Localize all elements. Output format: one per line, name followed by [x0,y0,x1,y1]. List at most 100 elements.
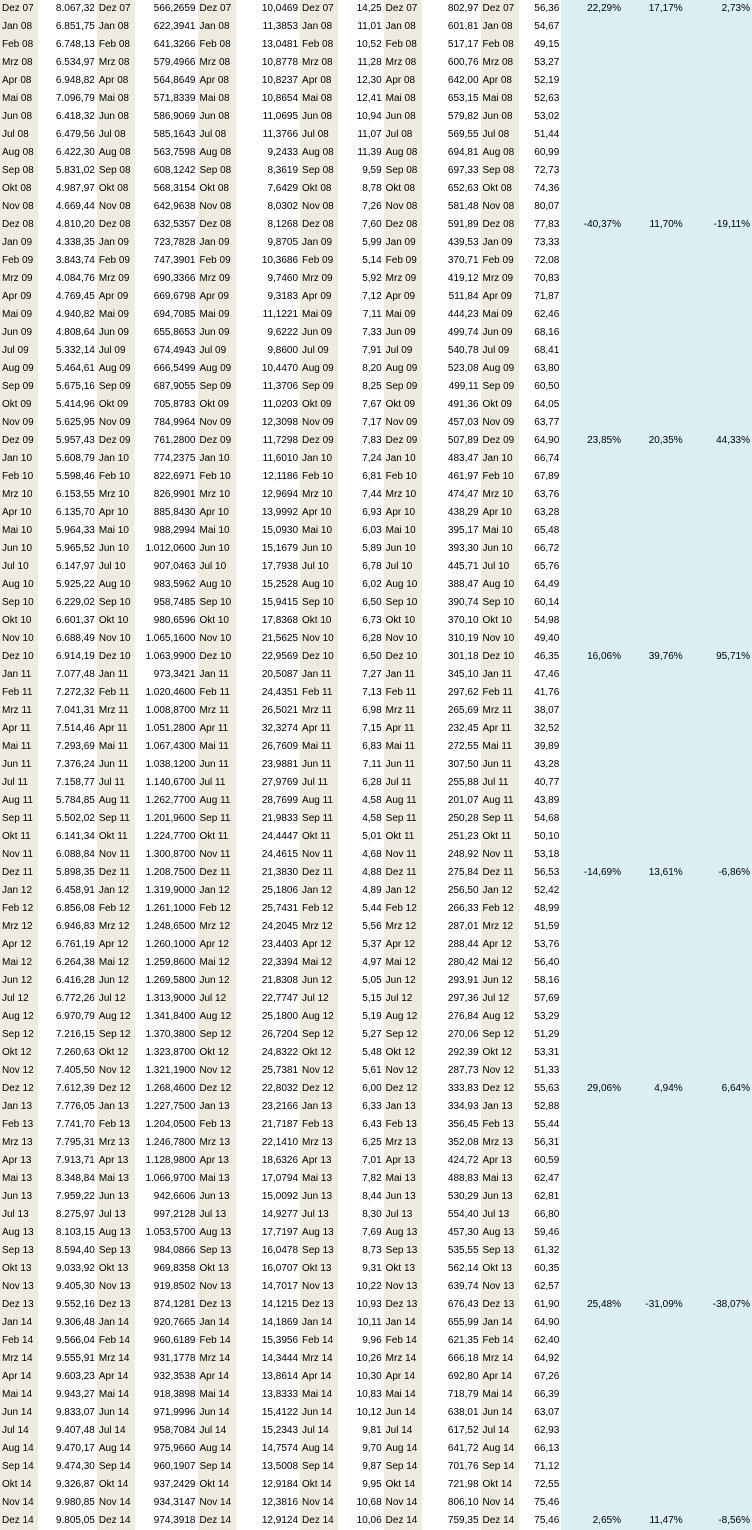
gold-change[interactable] [622,1152,685,1170]
date-cell[interactable]: Okt 10 [480,612,519,630]
gold-change[interactable] [622,540,685,558]
date-cell[interactable]: Dez 07 [197,0,236,18]
gold-value[interactable]: 822,6971 [134,468,198,486]
gold-value[interactable]: 608,1242 [134,162,198,180]
dax-change[interactable] [561,1152,623,1170]
gold-silver-value[interactable]: 600,76 [421,54,481,72]
gold-silver-value[interactable]: 251,23 [421,828,481,846]
dax-change[interactable] [561,252,623,270]
date-cell[interactable]: Dez 11 [383,864,422,882]
dax-value[interactable]: 5.964,33 [38,522,97,540]
date-cell[interactable]: Aug 13 [480,1224,519,1242]
date-cell[interactable]: Jan 11 [480,666,519,684]
oil-value[interactable]: 62,46 [518,306,562,324]
date-cell[interactable]: Sep 14 [0,1458,39,1476]
dax-change[interactable] [561,396,623,414]
date-cell[interactable]: Aug 10 [197,576,236,594]
oil-value[interactable]: 52,88 [518,1098,562,1116]
oil-value[interactable]: 48,99 [518,900,562,918]
gold-change[interactable] [622,846,685,864]
date-cell[interactable]: Sep 13 [0,1242,39,1260]
dax-value[interactable]: 5.608,79 [38,450,97,468]
gold-change[interactable] [622,468,685,486]
silver-value[interactable]: 14,1869 [235,1314,301,1332]
date-cell[interactable]: Feb 11 [96,684,135,702]
oil-value[interactable]: 66,39 [518,1386,562,1404]
dax-value[interactable]: 6.772,26 [38,990,97,1008]
date-cell[interactable]: Nov 12 [197,1062,236,1080]
date-cell[interactable]: Mrz 13 [480,1134,519,1152]
date-cell[interactable]: Nov 12 [96,1062,135,1080]
date-cell[interactable]: Aug 13 [0,1224,39,1242]
silver-value[interactable]: 26,7609 [235,738,301,756]
silver-value[interactable]: 12,9184 [235,1476,301,1494]
gold-value[interactable]: 690,3366 [134,270,198,288]
gold-value[interactable]: 971,9996 [134,1404,198,1422]
dax-value[interactable]: 5.414,96 [38,396,97,414]
gold-value[interactable]: 566,2659 [134,0,198,18]
date-cell[interactable]: Apr 11 [197,720,236,738]
silver-value[interactable]: 16,0478 [235,1242,301,1260]
date-cell[interactable]: Okt 14 [96,1476,135,1494]
dax-value[interactable]: 7.158,77 [38,774,97,792]
gold-silver-value[interactable]: 439,53 [421,234,481,252]
date-cell[interactable]: Jan 10 [383,450,422,468]
ratio-value[interactable]: 5,14 [338,252,384,270]
silver-change[interactable] [684,1350,752,1368]
gold-change[interactable] [622,1440,685,1458]
gold-silver-value[interactable]: 438,29 [421,504,481,522]
date-cell[interactable]: Jun 12 [96,972,135,990]
date-cell[interactable]: Jan 08 [383,18,422,36]
gold-change[interactable] [622,900,685,918]
dax-value[interactable]: 6.264,38 [38,954,97,972]
gold-value[interactable]: 919,8502 [134,1278,198,1296]
dax-value[interactable]: 9.306,48 [38,1314,97,1332]
gold-value[interactable]: 761,2800 [134,432,198,450]
date-cell[interactable]: Aug 09 [300,360,339,378]
oil-value[interactable]: 55,63 [518,1080,562,1098]
dax-change[interactable] [561,828,623,846]
dax-change[interactable] [561,450,623,468]
ratio-value[interactable]: 7,17 [338,414,384,432]
gold-change[interactable]: 11,47% [622,1512,685,1530]
date-cell[interactable]: Jun 11 [383,756,422,774]
ratio-value[interactable]: 10,11 [338,1314,384,1332]
date-cell[interactable]: Mrz 14 [96,1350,135,1368]
oil-value[interactable]: 63,07 [518,1404,562,1422]
silver-value[interactable]: 26,7204 [235,1026,301,1044]
gold-value[interactable]: 934,3147 [134,1494,198,1512]
date-cell[interactable]: Jun 11 [96,756,135,774]
dax-change[interactable] [561,378,623,396]
ratio-value[interactable]: 10,93 [338,1296,384,1314]
gold-value[interactable]: 974,3918 [134,1512,198,1530]
gold-change[interactable] [622,738,685,756]
date-cell[interactable]: Mai 08 [383,90,422,108]
dax-change[interactable] [561,1044,623,1062]
date-cell[interactable]: Jun 08 [480,108,519,126]
gold-value[interactable]: 1.269,5800 [134,972,198,990]
oil-value[interactable]: 66,74 [518,450,562,468]
gold-change[interactable] [622,1188,685,1206]
date-cell[interactable]: Mai 11 [96,738,135,756]
gold-silver-value[interactable]: 721,98 [421,1476,481,1494]
silver-value[interactable]: 26,5021 [235,702,301,720]
gold-change[interactable] [622,1008,685,1026]
date-cell[interactable]: Mai 08 [197,90,236,108]
date-cell[interactable]: Okt 11 [0,828,39,846]
gold-silver-value[interactable]: 272,55 [421,738,481,756]
date-cell[interactable]: Mrz 14 [383,1350,422,1368]
dax-change[interactable]: -14,69% [561,864,623,882]
dax-change[interactable] [561,612,623,630]
gold-value[interactable]: 988,2994 [134,522,198,540]
silver-change[interactable] [684,918,752,936]
date-cell[interactable]: Nov 08 [383,198,422,216]
date-cell[interactable]: Apr 09 [300,288,339,306]
date-cell[interactable]: Dez 09 [0,432,39,450]
date-cell[interactable]: Sep 08 [480,162,519,180]
gold-value[interactable]: 1.370,3800 [134,1026,198,1044]
ratio-value[interactable]: 7,01 [338,1152,384,1170]
date-cell[interactable]: Dez 13 [0,1296,39,1314]
date-cell[interactable]: Jun 09 [480,324,519,342]
silver-change[interactable] [684,396,752,414]
ratio-value[interactable]: 6,43 [338,1116,384,1134]
